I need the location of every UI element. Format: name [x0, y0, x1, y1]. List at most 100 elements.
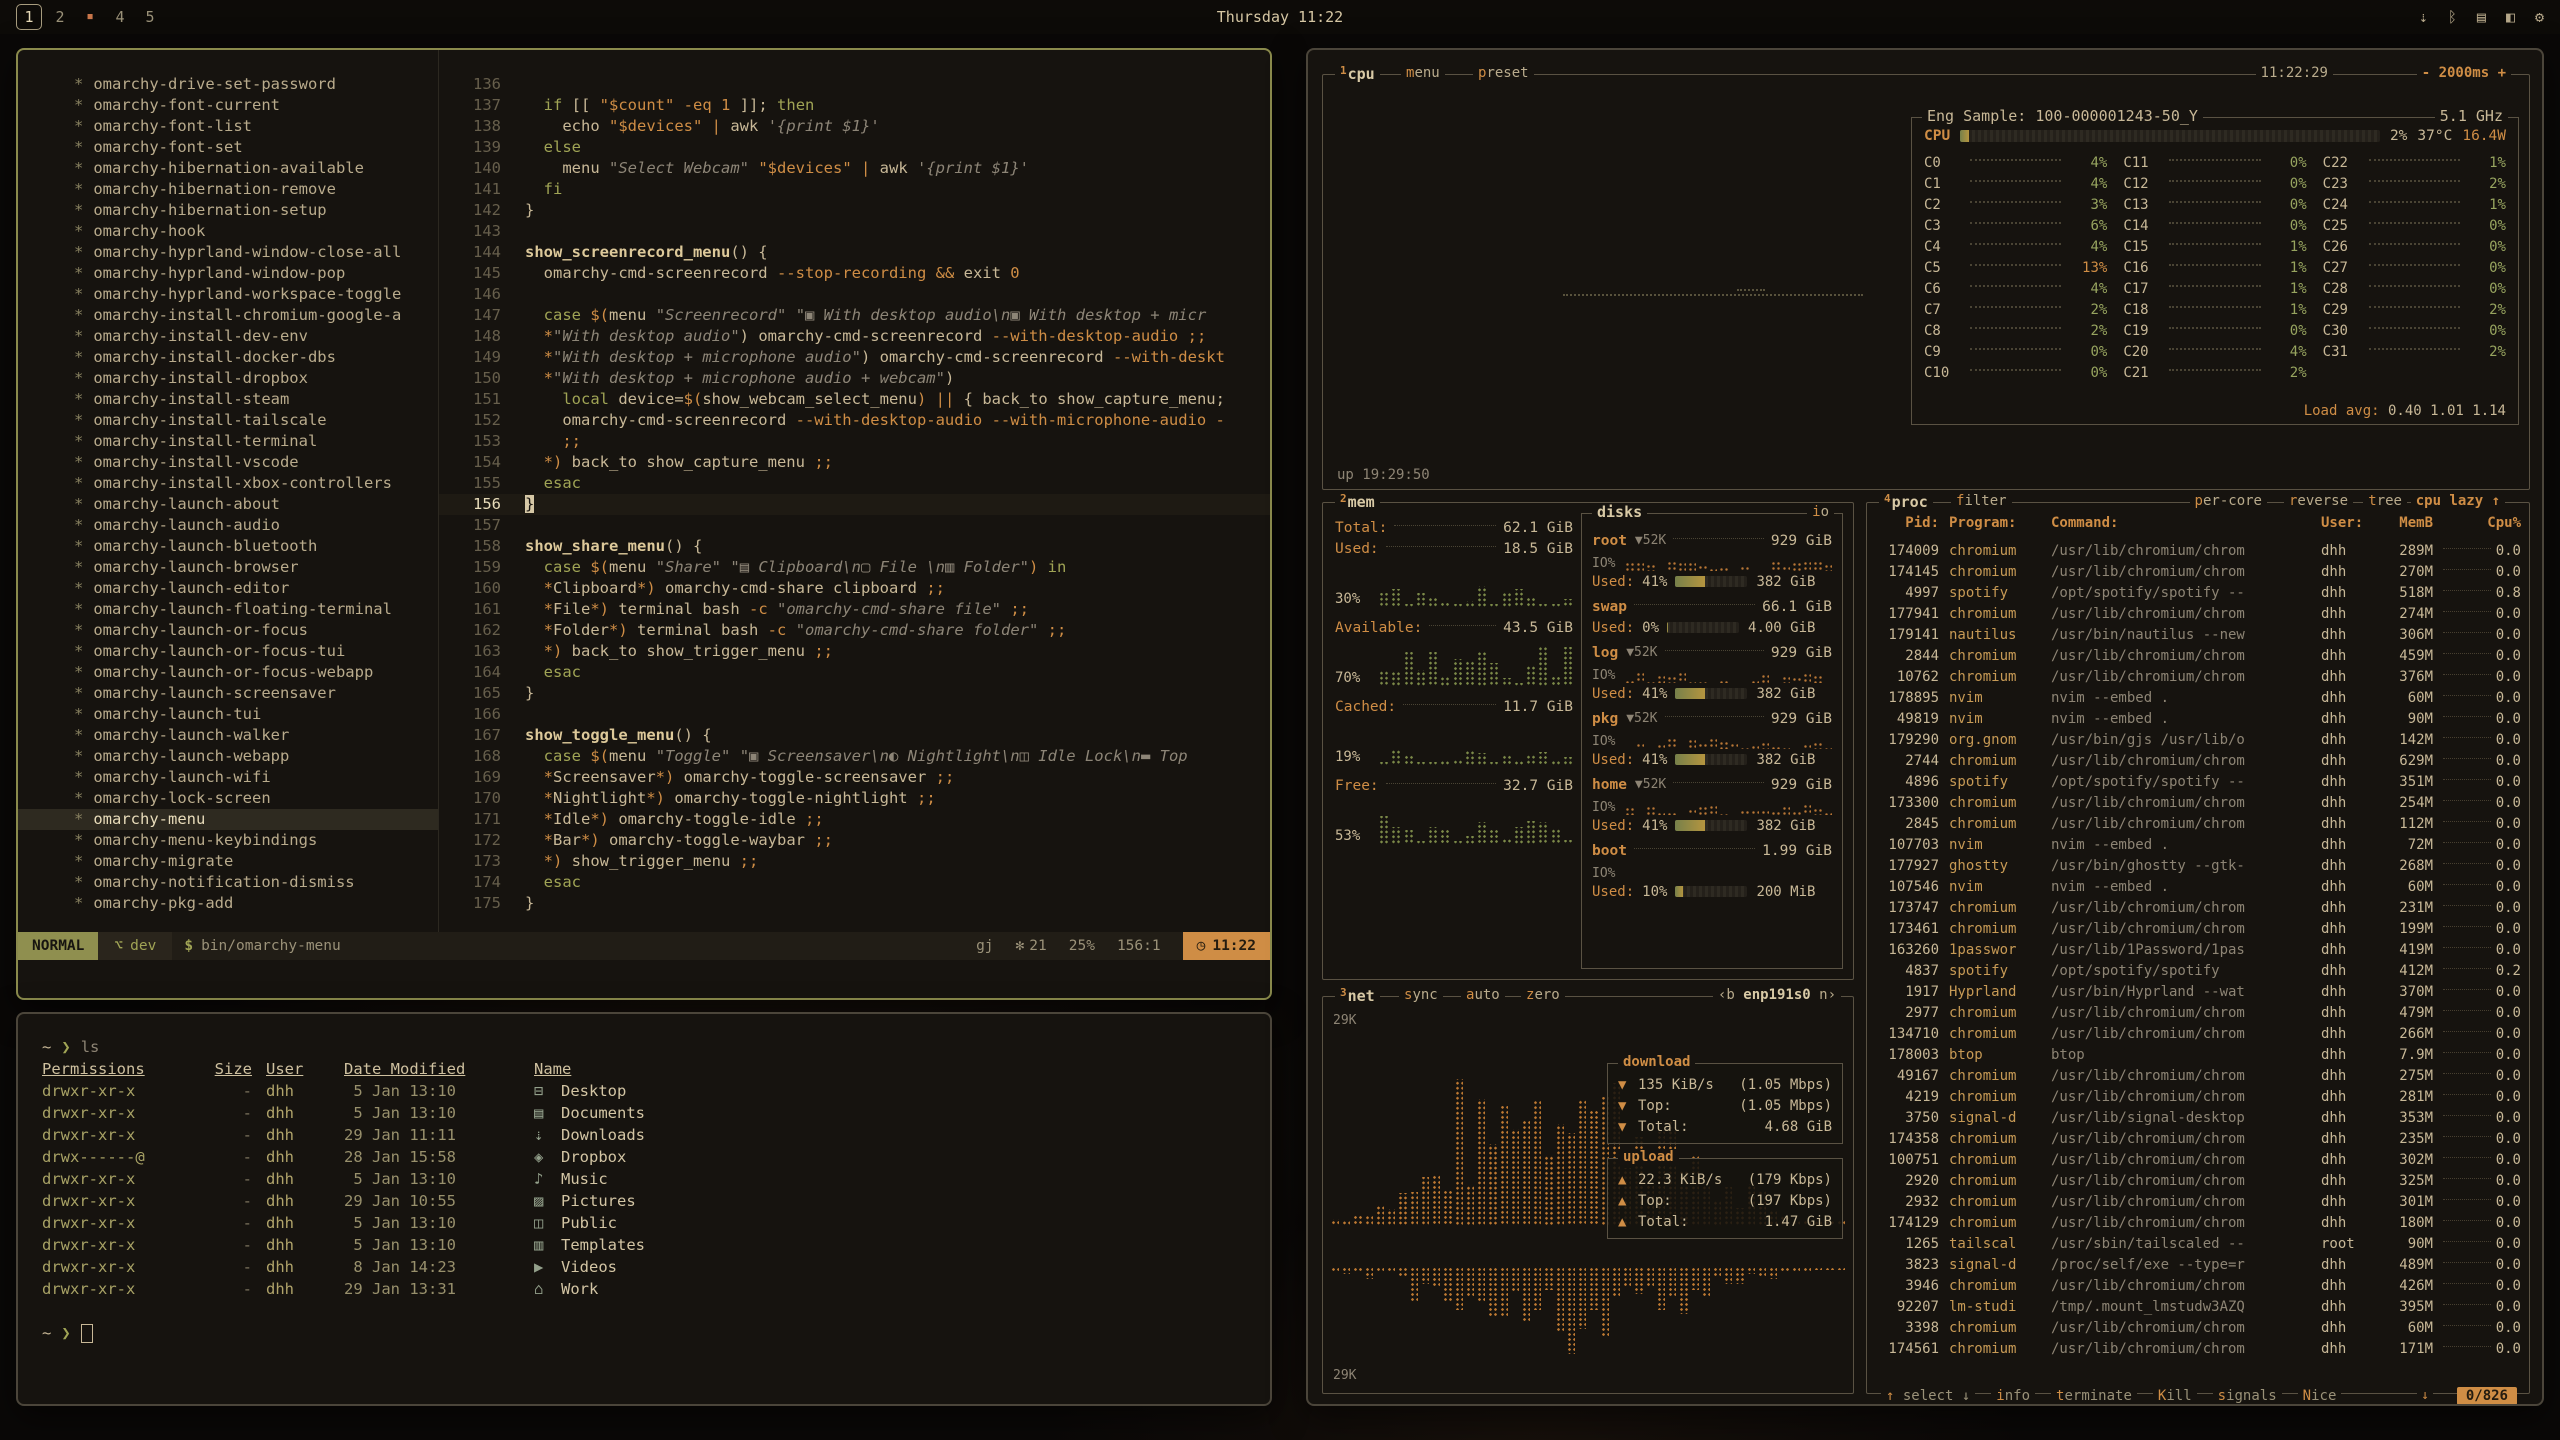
file-tree-item[interactable]: *omarchy-launch-walker: [18, 725, 438, 746]
process-row[interactable]: 178895nvimnvim --embed .dhh60M0.0: [1867, 688, 2529, 709]
process-row[interactable]: 1632601passwor/usr/lib/1Password/1pasdhh…: [1867, 940, 2529, 961]
process-row[interactable]: 173300chromium/usr/lib/chromium/chromdhh…: [1867, 793, 2529, 814]
file-tree-item[interactable]: *omarchy-menu-keybindings: [18, 830, 438, 851]
process-row[interactable]: 173747chromium/usr/lib/chromium/chromdhh…: [1867, 898, 2529, 919]
btop-hint[interactable]: ↑ select ↓: [1881, 1388, 1975, 1404]
proc-reverse-toggle[interactable]: reverse: [2284, 493, 2353, 509]
process-row[interactable]: 4896spotify/opt/spotify/spotify --dhh351…: [1867, 772, 2529, 793]
process-row[interactable]: 10762chromium/usr/lib/chromium/chromdhh3…: [1867, 667, 2529, 688]
btop-hint[interactable]: terminate: [2051, 1388, 2137, 1404]
process-row[interactable]: 92207lm-studi/tmp/.mount_lmstudw3AZQdhh3…: [1867, 1297, 2529, 1318]
net-zero-toggle[interactable]: zero: [1521, 987, 1565, 1003]
file-tree-item[interactable]: *omarchy-install-steam: [18, 389, 438, 410]
file-tree-item[interactable]: *omarchy-install-vscode: [18, 452, 438, 473]
proc-percore-toggle[interactable]: per-core: [2190, 493, 2267, 509]
process-row[interactable]: 3823signal-d/proc/self/exe --type=rdhh48…: [1867, 1255, 2529, 1276]
power-icon[interactable]: ⚙: [2535, 8, 2544, 26]
proc-sort-selector[interactable]: cpu lazy ↑: [2411, 493, 2505, 509]
file-tree-item[interactable]: *omarchy-hyprland-window-pop: [18, 263, 438, 284]
file-tree-item[interactable]: *omarchy-launch-screensaver: [18, 683, 438, 704]
file-tree-item[interactable]: *omarchy-launch-or-focus-tui: [18, 641, 438, 662]
process-row[interactable]: 174561chromium/usr/lib/chromium/chromdhh…: [1867, 1339, 2529, 1360]
workspace-button[interactable]: 4: [108, 5, 132, 29]
file-tree-item[interactable]: *omarchy-hook: [18, 221, 438, 242]
process-row[interactable]: 179290org.gnom/usr/bin/gjs /usr/lib/odhh…: [1867, 730, 2529, 751]
file-tree-item[interactable]: *omarchy-launch-or-focus-webapp: [18, 662, 438, 683]
process-row[interactable]: 3946chromium/usr/lib/chromium/chromdhh42…: [1867, 1276, 2529, 1297]
process-row[interactable]: 3398chromium/usr/lib/chromium/chromdhh60…: [1867, 1318, 2529, 1339]
btop-hint[interactable]: Kill: [2153, 1388, 2197, 1404]
file-tree-item[interactable]: *omarchy-pkg-add: [18, 893, 438, 914]
io-mode-toggle[interactable]: io: [1807, 504, 1834, 520]
volume-icon[interactable]: ◧: [2506, 8, 2515, 26]
file-tree-item[interactable]: *omarchy-launch-wifi: [18, 767, 438, 788]
process-row[interactable]: 3750signal-d/usr/lib/signal-desktopdhh35…: [1867, 1108, 2529, 1129]
file-tree-item[interactable]: *omarchy-hyprland-window-close-all: [18, 242, 438, 263]
file-tree-item[interactable]: *omarchy-install-docker-dbs: [18, 347, 438, 368]
process-row[interactable]: 177941chromium/usr/lib/chromium/chromdhh…: [1867, 604, 2529, 625]
process-row[interactable]: 174145chromium/usr/lib/chromium/chromdhh…: [1867, 562, 2529, 583]
process-row[interactable]: 2920chromium/usr/lib/chromium/chromdhh32…: [1867, 1171, 2529, 1192]
file-tree-item[interactable]: *omarchy-notification-dismiss: [18, 872, 438, 893]
process-row[interactable]: 2977chromium/usr/lib/chromium/chromdhh47…: [1867, 1003, 2529, 1024]
file-tree-item[interactable]: *omarchy-launch-audio: [18, 515, 438, 536]
workspace-button[interactable]: 2: [48, 5, 72, 29]
file-tree-item[interactable]: *omarchy-launch-webapp: [18, 746, 438, 767]
file-tree-item[interactable]: *omarchy-font-list: [18, 116, 438, 137]
process-row[interactable]: 2744chromium/usr/lib/chromium/chromdhh62…: [1867, 751, 2529, 772]
code-buffer[interactable]: 136137 if [[ "$count" -eq 1 ]]; then138 …: [439, 50, 1270, 932]
file-tree-item[interactable]: *omarchy-install-chromium-google-a: [18, 305, 438, 326]
process-row[interactable]: 107546nvimnvim --embed .dhh60M0.0: [1867, 877, 2529, 898]
process-row[interactable]: 174009chromium/usr/lib/chromium/chromdhh…: [1867, 541, 2529, 562]
net-sync-toggle[interactable]: sync: [1399, 987, 1443, 1003]
file-tree-item[interactable]: *omarchy-hyprland-workspace-toggle: [18, 284, 438, 305]
workspace-button[interactable]: ▪: [78, 5, 102, 29]
file-tree-item[interactable]: *omarchy-install-xbox-controllers: [18, 473, 438, 494]
process-list[interactable]: 174009chromium/usr/lib/chromium/chromdhh…: [1867, 541, 2529, 1371]
file-tree-item[interactable]: *omarchy-launch-bluetooth: [18, 536, 438, 557]
file-tree-item[interactable]: *omarchy-drive-set-password: [18, 74, 438, 95]
file-tree-item[interactable]: *omarchy-install-terminal: [18, 431, 438, 452]
btop-hint[interactable]: Nice: [2298, 1388, 2342, 1404]
net-interface-switch[interactable]: ‹b enp191s0 n›: [1713, 987, 1841, 1003]
file-tree-item[interactable]: *omarchy-install-dev-env: [18, 326, 438, 347]
process-row[interactable]: 174129chromium/usr/lib/chromium/chromdhh…: [1867, 1213, 2529, 1234]
workspace-button[interactable]: 5: [138, 5, 162, 29]
file-tree-item[interactable]: *omarchy-install-tailscale: [18, 410, 438, 431]
file-tree-item[interactable]: *omarchy-launch-floating-terminal: [18, 599, 438, 620]
process-row[interactable]: 134710chromium/usr/lib/chromium/chromdhh…: [1867, 1024, 2529, 1045]
btop-hint[interactable]: info: [1991, 1388, 2035, 1404]
process-row[interactable]: 1265tailscal/usr/sbin/tailscaled --root9…: [1867, 1234, 2529, 1255]
arrow-down-icon[interactable]: ⇣: [2419, 8, 2428, 26]
file-tree-item[interactable]: *omarchy-install-dropbox: [18, 368, 438, 389]
file-tree-item[interactable]: *omarchy-launch-about: [18, 494, 438, 515]
file-tree-item[interactable]: *omarchy-lock-screen: [18, 788, 438, 809]
process-row[interactable]: 107703nvimnvim --embed .dhh72M0.0: [1867, 835, 2529, 856]
process-row[interactable]: 2845chromium/usr/lib/chromium/chromdhh11…: [1867, 814, 2529, 835]
process-row[interactable]: 4837spotify/opt/spotify/spotifydhh412M0.…: [1867, 961, 2529, 982]
file-tree-item[interactable]: *omarchy-font-current: [18, 95, 438, 116]
prompt-line-2[interactable]: ~ ❯: [42, 1322, 1270, 1344]
process-row[interactable]: 4997spotify/opt/spotify/spotify --dhh518…: [1867, 583, 2529, 604]
scroll-down-icon[interactable]: ↓: [2417, 1388, 2433, 1403]
process-row[interactable]: 4219chromium/usr/lib/chromium/chromdhh28…: [1867, 1087, 2529, 1108]
process-row[interactable]: 174358chromium/usr/lib/chromium/chromdhh…: [1867, 1129, 2529, 1150]
process-row[interactable]: 100751chromium/usr/lib/chromium/chromdhh…: [1867, 1150, 2529, 1171]
file-tree-item[interactable]: *omarchy-hibernation-setup: [18, 200, 438, 221]
file-tree-item[interactable]: *omarchy-hibernation-remove: [18, 179, 438, 200]
process-row[interactable]: 177927ghostty/usr/bin/ghostty --gtk-dhh2…: [1867, 856, 2529, 877]
btop-preset-button[interactable]: preset: [1473, 65, 1534, 81]
proc-filter-button[interactable]: filter: [1951, 493, 2012, 509]
file-tree-item[interactable]: *omarchy-launch-or-focus: [18, 620, 438, 641]
process-row[interactable]: 2844chromium/usr/lib/chromium/chromdhh45…: [1867, 646, 2529, 667]
workspace-button[interactable]: 1: [16, 4, 42, 30]
bluetooth-icon[interactable]: ᛒ: [2448, 8, 2457, 26]
process-row[interactable]: 49819nvimnvim --embed .dhh90M0.0: [1867, 709, 2529, 730]
file-tree-item[interactable]: *omarchy-font-set: [18, 137, 438, 158]
btop-menu-button[interactable]: menu: [1401, 65, 1445, 81]
process-row[interactable]: 173461chromium/usr/lib/chromium/chromdhh…: [1867, 919, 2529, 940]
file-tree-item[interactable]: *omarchy-migrate: [18, 851, 438, 872]
process-row[interactable]: 178003btopbtopdhh7.9M0.0: [1867, 1045, 2529, 1066]
process-row[interactable]: 179141nautilus/usr/bin/nautilus --newdhh…: [1867, 625, 2529, 646]
keyboard-icon[interactable]: ▤: [2477, 8, 2486, 26]
